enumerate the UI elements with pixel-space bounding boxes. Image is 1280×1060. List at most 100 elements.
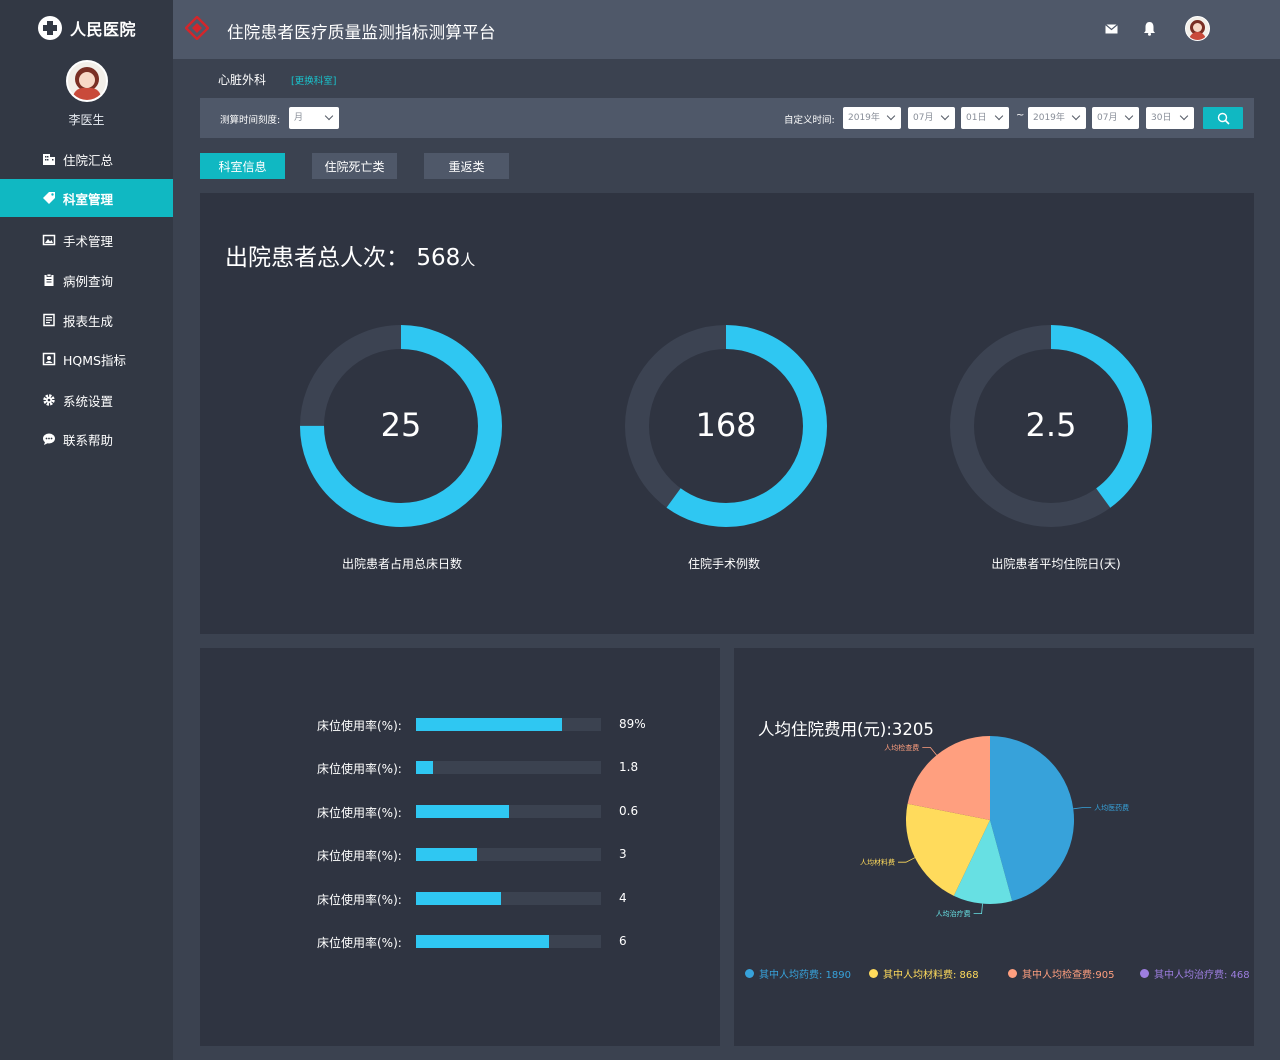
sidebar-item-case-query[interactable]: 病例查询 [0,261,173,299]
pie-slice-label: 人均检查费 [884,743,919,752]
legend-dot [1008,969,1017,978]
pie-slice-label: 人均治疗费 [936,909,971,918]
time-scale-select[interactable]: 月 [289,107,339,129]
search-icon [1217,112,1230,125]
donut-label-average-stay: 出院患者平均住院日(天) [991,557,1121,571]
mail-icon[interactable] [1105,24,1118,34]
bar-value: 4 [619,891,627,905]
search-button[interactable] [1203,107,1243,129]
bar-track [416,935,601,948]
end-day-select[interactable]: 30日 [1146,107,1194,129]
report-icon [42,313,56,327]
department-name: 心脏外科 [218,73,267,87]
donut-value-surgeries: 168 [695,406,757,444]
bar-label: 床位使用率(%): [317,806,402,820]
platform-logo-icon [185,16,209,40]
tab-inpatient-death[interactable]: 住院死亡类 [312,153,397,179]
total-discharged-unit: 人 [460,251,476,269]
sidebar-item-label: 病例查询 [63,273,114,289]
pie-leader-line [922,747,937,756]
chat-icon [42,432,56,446]
pie-chart: 人均医药费人均治疗费 人均材料费 人均检查费 [860,736,1129,918]
bar-track [416,805,601,818]
pie-slice-label: 人均医药费 [1094,803,1129,812]
user-avatar[interactable] [1185,16,1210,41]
pie-leader-line [1073,807,1092,810]
legend-dot [869,969,878,978]
bar-fill [416,848,478,861]
bar-fill [416,935,550,948]
donut-label-surgeries: 住院手术例数 [687,557,760,571]
sidebar-item-system-settings[interactable]: 系统设置 [0,381,173,419]
tab-readmission[interactable]: 重返类 [424,153,509,179]
top-bar: 住院患者医疗质量监测指标测算平台 [173,0,1280,59]
bar-fill [416,718,563,731]
start-year-select[interactable]: 2019年 [843,107,901,129]
legend-item[interactable]: 其中人均材料费: 868 [869,966,979,981]
legend-text: 其中人均检查费:905 [1022,970,1115,981]
total-discharged-summary: 出院患者总人次： 568人 [225,238,475,272]
pie-slice-label: 人均材料费 [860,858,895,867]
sidebar-item-hqms-indicators[interactable]: HQMS指标 [0,340,173,378]
bar-fill [416,805,509,818]
gear-icon [42,393,56,407]
bar-value: 1.8 [619,760,639,774]
bar-value: 89% [619,717,646,731]
start-month-select[interactable]: 07月 [908,107,955,129]
sidebar-item-label: 联系帮助 [63,432,114,448]
bar-label: 床位使用率(%): [317,719,402,733]
sidebar-item-department-management[interactable]: 科室管理 [0,179,173,217]
bar-track [416,718,601,731]
bar-label: 床位使用率(%): [317,849,402,863]
bar-fill [416,892,502,905]
image-icon [42,233,56,247]
sidebar-item-label: 手术管理 [63,233,114,249]
bar-label: 床位使用率(%): [317,762,402,776]
overview-panel: 出院患者总人次： 568人 25 出院患者占用总床日数 168 住院手术例数 2… [200,193,1254,634]
time-scale-label: 测算时间刻度: [220,115,281,126]
tab-department-info[interactable]: 科室信息 [200,153,285,179]
start-day-select[interactable]: 01日 [961,107,1009,129]
pie-leader-line [898,857,916,863]
legend-text: 其中人均药费: 1890 [759,970,851,981]
legend-text: 其中人均材料费: 868 [883,970,979,981]
sidebar-item-surgery-management[interactable]: 手术管理 [0,221,173,259]
bar-label: 床位使用率(%): [317,936,402,950]
legend-item[interactable]: 其中人均药费: 1890 [745,966,851,981]
sidebar-item-inpatient-summary[interactable]: 住院汇总 [0,140,173,178]
clipboard-icon [42,273,56,287]
sidebar-item-contact-help[interactable]: 联系帮助 [0,420,173,458]
brand[interactable]: 人民医院 [38,14,136,42]
bar-value: 0.6 [619,804,639,818]
sidebar-item-label: HQMS指标 [63,352,126,368]
change-department-link[interactable]: [更换科室] [291,73,336,87]
end-month-select[interactable]: 07月 [1092,107,1139,129]
sidebar: 人民医院 李医生 住院汇总 科室管理 手术管理 病例查询 报表生成 HQMS指标… [0,0,173,1060]
end-year-select[interactable]: 2019年 [1028,107,1086,129]
donut-value-average-stay: 2.5 [1025,406,1077,444]
bar-track [416,848,601,861]
legend-item[interactable]: 其中人均治疗费: 468 [1140,966,1250,981]
bar-label: 床位使用率(%): [317,893,402,907]
sidebar-item-label: 住院汇总 [63,152,114,168]
building-icon [42,152,56,166]
custom-time-label: 自定义时间: [784,115,835,126]
id-card-icon [42,352,56,366]
app-title: 住院患者医疗质量监测指标测算平台 [227,23,496,42]
sidebar-item-label: 科室管理 [63,191,114,207]
avatar[interactable] [66,60,108,102]
bar-fill [416,761,433,774]
tag-icon [42,191,56,205]
donut-value-bed-days: 25 [380,406,422,444]
doctor-name: 李医生 [68,113,105,127]
filter-bar: 测算时间刻度: 月 自定义时间: 2019年 07月 01日 ~ 2019年 0… [200,98,1254,138]
bar-track [416,892,601,905]
sidebar-item-report-generation[interactable]: 报表生成 [0,301,173,339]
total-discharged-label: 出院患者总人次： [225,245,409,271]
legend-item[interactable]: 其中人均检查费:905 [1008,966,1114,981]
legend-dot [1140,969,1149,978]
bed-usage-panel: 床位使用率(%): 89% 床位使用率(%): 1.8 床位使用率(%): 0.… [200,648,720,1046]
legend-text: 其中人均治疗费: 468 [1154,970,1250,981]
bell-icon[interactable] [1143,21,1156,36]
sidebar-item-label: 系统设置 [63,393,114,409]
